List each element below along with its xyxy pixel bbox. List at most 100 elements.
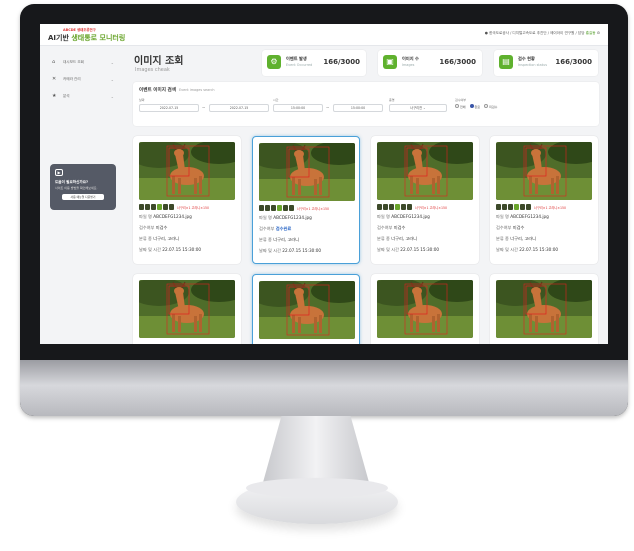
date-to-input[interactable]: 2022-07-15 — [209, 104, 269, 112]
image-card[interactable] — [490, 274, 598, 344]
frame-thumbnails[interactable] — [377, 204, 412, 210]
chevron-down-icon: ⌄ — [110, 76, 114, 82]
deer-photo — [377, 280, 473, 338]
page-subtitle: Images cheak — [135, 67, 170, 73]
deer-photo — [496, 142, 592, 200]
field-label: 분류 종 — [139, 236, 152, 241]
date-from-input[interactable]: 2022-07-15 — [139, 104, 199, 112]
time-from-input[interactable]: 15:00:00 — [273, 104, 323, 112]
image-card[interactable]: 너구리×1 고라니×150 파일 명 ABCDEFG1234.jpg 검수여부 미검… — [490, 136, 598, 264]
manual-download-button[interactable]: 사용 매뉴얼 다운받기 — [62, 194, 104, 200]
frame-thumb[interactable] — [163, 204, 168, 210]
image-card[interactable] — [133, 274, 241, 344]
detection-tags: 너구리×1 고라니×150 — [259, 204, 329, 212]
card-time-row: 날짜 및 시간 22.07.15 15:30:00 — [496, 247, 558, 253]
stat-card-images: ▣ 이미지 수 Images 166/3000 — [378, 50, 482, 76]
help-title: 도움이 필요하신가요? — [55, 180, 89, 184]
frame-thumb[interactable] — [502, 204, 507, 210]
radio-pending[interactable]: 미검수 — [484, 104, 497, 109]
card-photo[interactable] — [496, 280, 592, 338]
image-card[interactable]: 너구리×1 고라니×150 파일 명 ABCDEFG1234.jpg 검수여부 미검… — [133, 136, 241, 264]
field-value: ABCDEFG1234.jpg — [391, 214, 430, 219]
field-label: 파일 명 — [496, 214, 509, 219]
species-select[interactable]: 너구리전 ⌄ — [389, 104, 447, 112]
frame-thumb[interactable] — [377, 204, 382, 210]
frame-thumb[interactable] — [407, 204, 412, 210]
stat-value: 166/3000 — [323, 58, 360, 66]
monitor-chin — [20, 360, 628, 416]
monitor-stand-neck — [262, 416, 370, 486]
field-value: ABCDEFG1234.jpg — [273, 215, 312, 220]
frame-thumb[interactable] — [496, 204, 501, 210]
frame-thumb[interactable] — [401, 204, 406, 210]
user-icon: ● — [484, 31, 488, 35]
frame-thumb[interactable] — [169, 204, 174, 210]
frame-thumb[interactable] — [139, 204, 144, 210]
inspect-label: 검수여부 — [455, 98, 467, 102]
frame-thumb[interactable] — [389, 204, 394, 210]
frame-thumb[interactable] — [514, 204, 519, 210]
frame-thumb[interactable] — [271, 205, 276, 211]
frame-thumb[interactable] — [520, 204, 525, 210]
frame-thumb[interactable] — [508, 204, 513, 210]
stat-subtitle: Images — [402, 63, 415, 67]
field-value: 22.07.15 15:30:00 — [162, 247, 202, 252]
field-value: 22.07.15 15:30:00 — [519, 247, 559, 252]
sidebar: ⌂ 대시보드 조회 ⌄ ✕ 카메라 관리 ⌄ ★ 분석 ⌄ ▶ 도움이 필요하신… — [40, 46, 122, 344]
star-icon: ★ — [52, 93, 57, 99]
frame-thumb[interactable] — [157, 204, 162, 210]
species-count-tag: 너구리×1 고라니×150 — [415, 205, 448, 210]
image-card[interactable]: 너구리×1 고라니×150 파일 명 ABCDEFG1234.jpg 검수여부 검수… — [252, 136, 360, 264]
image-card[interactable] — [252, 274, 360, 344]
card-photo[interactable] — [496, 142, 592, 200]
frame-thumb[interactable] — [526, 204, 531, 210]
card-photo[interactable] — [377, 142, 473, 200]
image-card[interactable] — [371, 274, 479, 344]
detection-tags: 너구리×1 고라니×150 — [496, 203, 566, 211]
card-photo[interactable] — [259, 281, 355, 339]
deer-photo — [259, 281, 355, 339]
card-photo[interactable] — [377, 280, 473, 338]
card-file-row: 파일 명 ABCDEFG1234.jpg — [139, 214, 192, 220]
radio-circle — [484, 104, 489, 108]
event-icon: ⚙ — [267, 55, 281, 69]
stat-subtitle: Inspection status — [518, 63, 548, 67]
card-class-row: 분류 종 너구리, 고라니 — [259, 237, 299, 243]
image-card[interactable]: 너구리×1 고라니×150 파일 명 ABCDEFG1234.jpg 검수여부 미검… — [371, 136, 479, 264]
radio-done[interactable]: 완료 — [469, 104, 480, 109]
frame-thumbnails[interactable] — [496, 204, 531, 210]
frame-thumb[interactable] — [151, 204, 156, 210]
sidebar-item-dashboard[interactable]: ⌂ 대시보드 조회 ⌄ — [52, 56, 114, 68]
frame-thumb[interactable] — [265, 205, 270, 211]
user-info[interactable]: ● 한국도로공사 / 디지털고속도로 추진단 / 에이아이 연구원 / 담당 홍… — [485, 31, 600, 36]
deer-photo — [259, 143, 355, 201]
radio-circle — [455, 104, 459, 108]
card-photo[interactable] — [139, 280, 235, 338]
frame-thumb[interactable] — [383, 204, 388, 210]
frame-thumb[interactable] — [277, 205, 282, 211]
stat-title: 이벤트 발생 — [286, 56, 307, 61]
logo-accent: 생태통로 모니터링 — [71, 34, 126, 42]
stat-value: 166/3000 — [439, 58, 476, 66]
radio-all[interactable]: 전체 — [455, 104, 466, 109]
sidebar-item-camera[interactable]: ✕ 카메라 관리 ⌄ — [52, 73, 114, 85]
field-label: 날짜 및 시간 — [496, 247, 518, 252]
inspection-icon: ▤ — [499, 55, 513, 69]
card-photo[interactable] — [139, 142, 235, 200]
frame-thumb[interactable] — [395, 204, 400, 210]
frame-thumbnails[interactable] — [139, 204, 174, 210]
card-photo[interactable] — [259, 143, 355, 201]
field-label: 파일 명 — [259, 215, 272, 220]
frame-thumb[interactable] — [145, 204, 150, 210]
detection-tags: 너구리×1 고라니×150 — [377, 203, 447, 211]
app-logo[interactable]: AI기반 생태통로 모니터링 — [48, 33, 125, 43]
chevron-down-icon: ⌄ — [423, 106, 426, 110]
time-to-input[interactable]: 15:00:00 — [333, 104, 383, 112]
frame-thumb[interactable] — [259, 205, 264, 211]
sidebar-item-analysis[interactable]: ★ 분석 ⌄ — [52, 90, 114, 102]
card-file-row: 파일 명 ABCDEFG1234.jpg — [496, 214, 549, 220]
frame-thumb[interactable] — [289, 205, 294, 211]
settings-icon[interactable]: ⚙ — [597, 31, 600, 35]
frame-thumbnails[interactable] — [259, 205, 294, 211]
frame-thumb[interactable] — [283, 205, 288, 211]
